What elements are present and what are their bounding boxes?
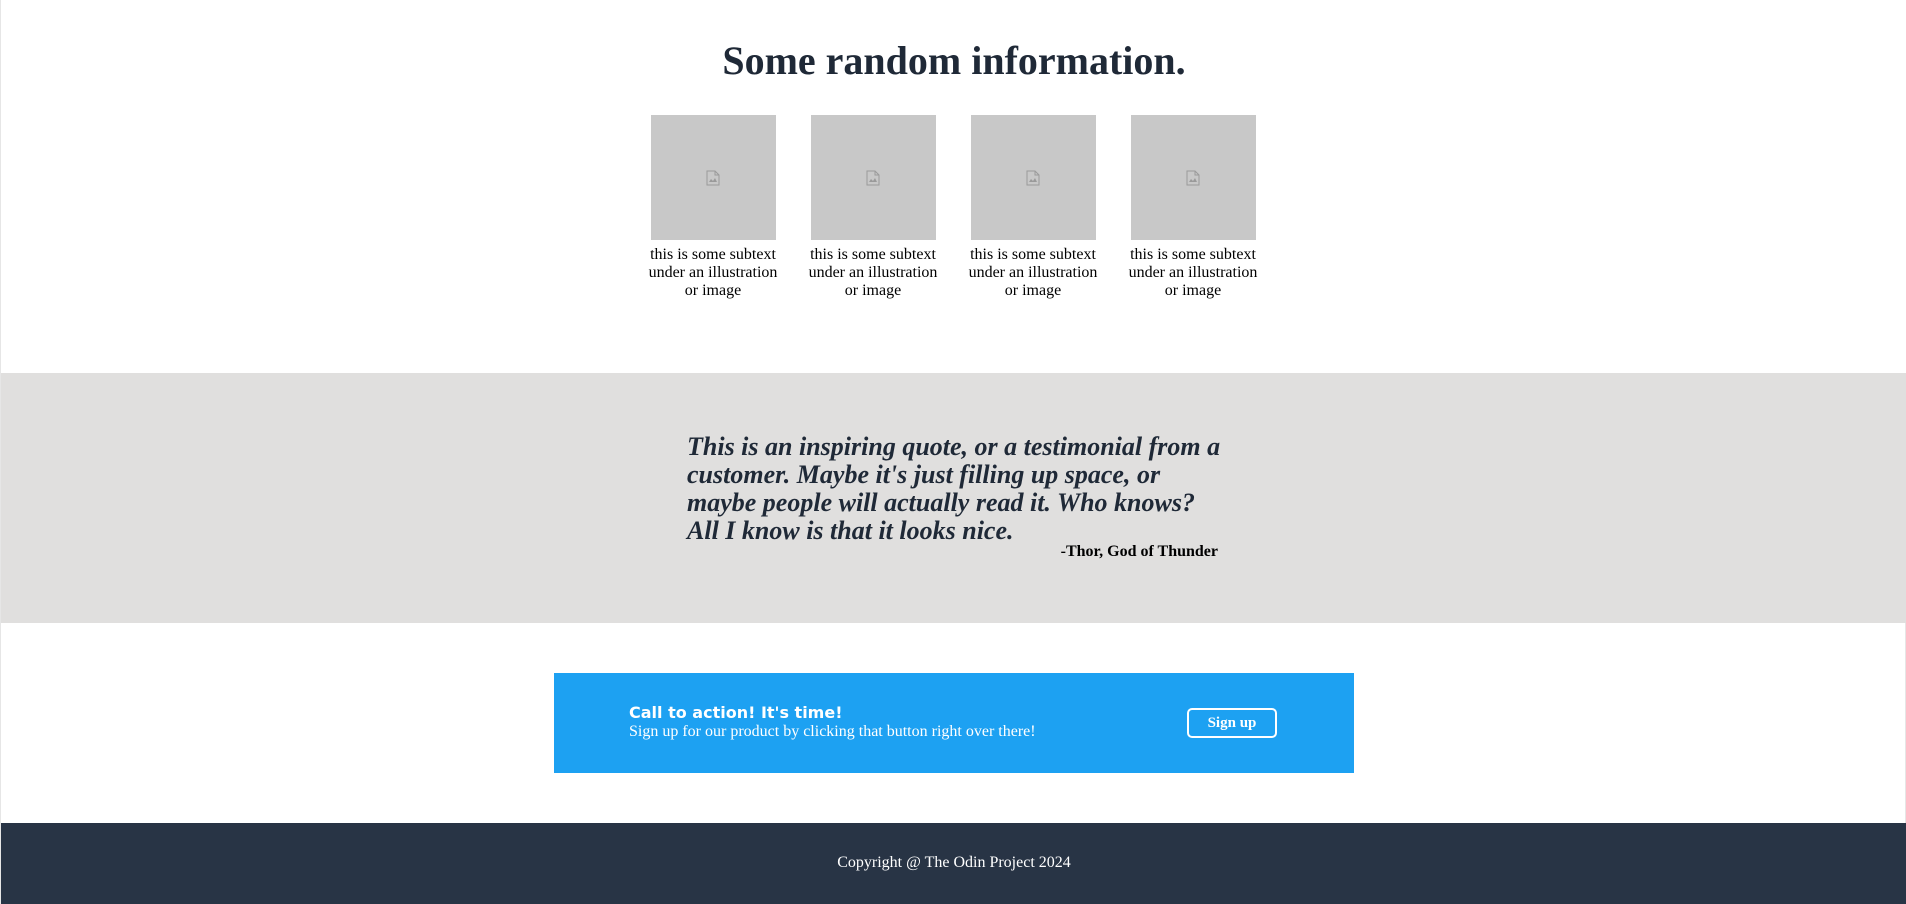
card-caption: this is some subtext under an illustrati… <box>808 246 938 299</box>
quote-author: -Thor, God of Thunder <box>1060 543 1218 560</box>
quote-text: This is an inspiring quote, or a testimo… <box>687 432 1221 545</box>
page: Some random information. this is some su… <box>0 0 1906 904</box>
card-caption: this is some subtext under an illustrati… <box>1128 246 1258 299</box>
broken-image-icon <box>1186 170 1200 185</box>
card-caption: this is some subtext under an illustrati… <box>648 246 778 299</box>
cta-heading: Call to action! It's time! <box>629 703 843 722</box>
broken-image-icon <box>706 170 720 185</box>
card-image-placeholder <box>1130 115 1256 240</box>
info-title: Some random information. <box>722 38 1186 83</box>
info-card: this is some subtext under an illustrati… <box>1128 115 1258 300</box>
card-caption: this is some subtext under an illustrati… <box>968 246 1098 299</box>
card-image-placeholder <box>810 115 936 240</box>
broken-image-icon <box>866 170 880 185</box>
card-image-placeholder <box>970 115 1096 240</box>
card-row: this is some subtext under an illustrati… <box>648 115 1260 300</box>
info-section: Some random information. this is some su… <box>1 0 1906 373</box>
cta-subtext: Sign up for our product by clicking that… <box>629 723 1036 740</box>
card-image-placeholder <box>650 115 776 240</box>
call-to-action-banner: Call to action! It's time! Sign up for o… <box>554 673 1354 773</box>
info-card: this is some subtext under an illustrati… <box>808 115 938 300</box>
broken-image-icon <box>1026 170 1040 185</box>
footer-copyright: Copyright @ The Odin Project 2024 <box>837 854 1071 871</box>
quote-section: This is an inspiring quote, or a testimo… <box>1 373 1906 623</box>
sign-up-button[interactable]: Sign up <box>1187 708 1277 738</box>
footer: Copyright @ The Odin Project 2024 <box>1 823 1906 904</box>
info-card: this is some subtext under an illustrati… <box>968 115 1098 300</box>
info-card: this is some subtext under an illustrati… <box>648 115 778 300</box>
